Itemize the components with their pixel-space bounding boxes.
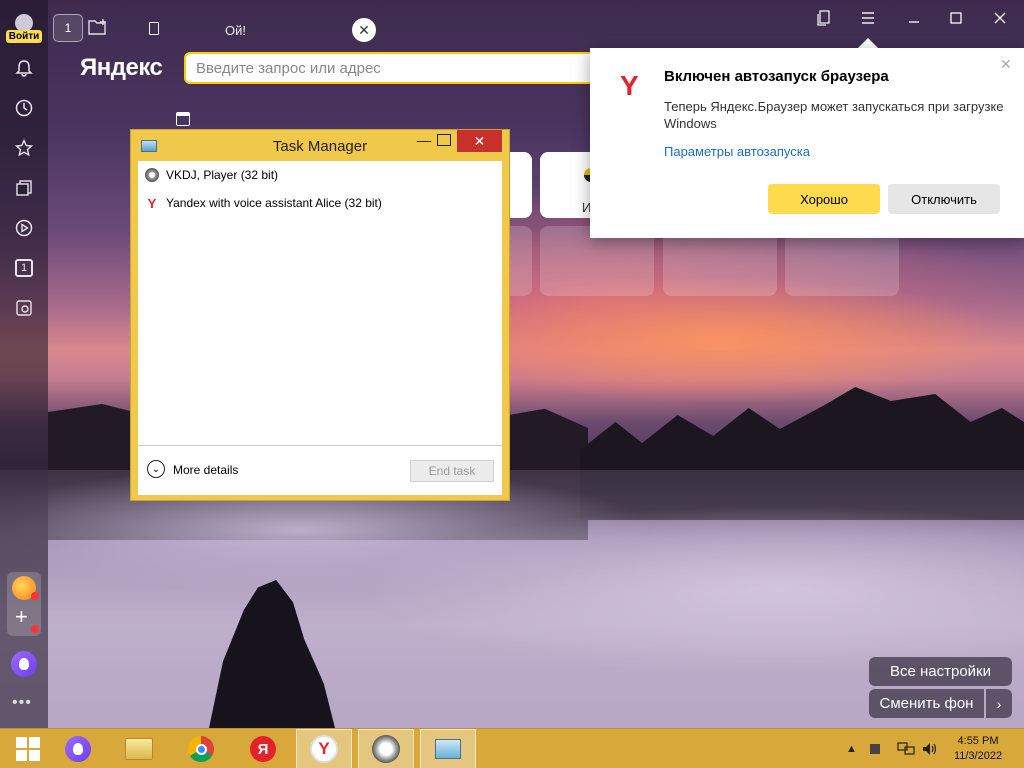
- next-background-chevron-icon[interactable]: ›: [986, 689, 1012, 718]
- process-name: VKDJ, Player (32 bit): [166, 168, 279, 182]
- start-button[interactable]: [0, 729, 56, 768]
- tray-app-icon[interactable]: [870, 729, 880, 768]
- bookmarks-star-icon[interactable]: [8, 132, 40, 164]
- windows-taskbar: Я Y ▲ 4:55 PM 11/3/2022: [0, 728, 1024, 768]
- task-manager-footer: ⌄ More details End task: [138, 445, 502, 495]
- chrome-icon: [188, 736, 214, 762]
- change-background-button[interactable]: Сменить фон: [869, 689, 984, 718]
- task-manager-window: Task Manager — ✕ VKDJ, Player (32 bit) Y…: [130, 129, 510, 501]
- taskbar-vkdj[interactable]: [358, 729, 414, 768]
- screenshot-camera-icon[interactable]: [8, 292, 40, 324]
- tm-minimize-icon[interactable]: —: [413, 132, 435, 154]
- tm-close-icon[interactable]: ✕: [457, 130, 502, 152]
- taskbar-alice[interactable]: [50, 729, 106, 768]
- login-button[interactable]: Войти: [5, 14, 43, 46]
- collections-icon[interactable]: [8, 172, 40, 204]
- taskbar-task-manager[interactable]: [420, 729, 476, 768]
- tab-page-icon: [149, 22, 159, 35]
- window-mode-icon[interactable]: [176, 112, 190, 126]
- more-dots-icon[interactable]: •••: [12, 694, 32, 712]
- process-row[interactable]: Y Yandex with voice assistant Alice (32 …: [144, 192, 382, 214]
- alice-assistant-icon[interactable]: [11, 651, 37, 677]
- end-task-button[interactable]: End task: [410, 460, 494, 482]
- volume-icon[interactable]: [922, 729, 938, 768]
- yandex-icon: Я: [250, 736, 276, 762]
- vkdj-player-icon: [145, 168, 159, 182]
- task-manager-titlebar[interactable]: Task Manager — ✕: [131, 130, 509, 160]
- tab-counter-button[interactable]: 1: [8, 252, 40, 284]
- vkdj-player-icon: [372, 735, 400, 763]
- notification-dot: [31, 592, 39, 600]
- task-manager-title: Task Manager: [272, 138, 368, 155]
- clock-date: 11/3/2022: [953, 750, 1003, 762]
- taskbar-yandex-browser[interactable]: Y: [296, 729, 352, 768]
- clock[interactable]: 4:55 PM 11/3/2022: [948, 734, 1008, 764]
- notifications-bell-icon[interactable]: [8, 52, 40, 84]
- close-window-icon[interactable]: [992, 10, 1008, 29]
- windows-logo-icon: [16, 737, 40, 761]
- add-panel-plus-icon[interactable]: +: [15, 606, 28, 628]
- autostart-popup: Y Включен автозапуск браузера Теперь Янд…: [590, 48, 1024, 238]
- login-label: Войти: [5, 30, 43, 43]
- task-manager-icon: [435, 739, 461, 759]
- active-tab-title[interactable]: Ой!: [225, 23, 246, 38]
- minimize-window-icon[interactable]: [906, 10, 922, 29]
- yandex-logo[interactable]: Яндекс: [80, 54, 163, 82]
- yandex-browser-icon: Y: [310, 735, 338, 763]
- all-settings-button[interactable]: Все настройки: [869, 657, 1012, 686]
- tray-overflow-icon[interactable]: ▲: [846, 729, 857, 768]
- network-icon[interactable]: [897, 729, 915, 768]
- video-play-icon[interactable]: [8, 212, 40, 244]
- zen-sidebar-group: +: [7, 572, 41, 636]
- tab-close-icon[interactable]: ✕: [352, 18, 376, 42]
- address-bar[interactable]: Введите запрос или адрес: [184, 52, 604, 84]
- ok-button[interactable]: Хорошо: [768, 184, 880, 214]
- yandex-browser-icon: Y: [147, 195, 157, 211]
- bookmarks-panel-icon[interactable]: [816, 10, 832, 29]
- yandex-browser-logo: Y: [620, 70, 639, 101]
- tm-maximize-icon[interactable]: [437, 134, 451, 146]
- popup-close-icon[interactable]: ✕: [1000, 56, 1012, 73]
- taskbar-chrome[interactable]: [173, 729, 229, 768]
- menu-hamburger-icon[interactable]: [860, 10, 876, 29]
- popup-title: Включен автозапуск браузера: [664, 68, 889, 85]
- popup-text: Теперь Яндекс.Браузер может запускаться …: [664, 99, 1004, 131]
- chevron-down-icon[interactable]: ⌄: [147, 460, 165, 478]
- browser-sidebar: Войти 1 + •••: [0, 0, 48, 728]
- process-name: Yandex with voice assistant Alice (32 bi…: [166, 196, 382, 210]
- process-list: VKDJ, Player (32 bit) Y Yandex with voic…: [138, 161, 502, 495]
- maximize-window-icon[interactable]: [948, 10, 964, 29]
- home-tab-counter: 1: [64, 21, 72, 35]
- notification-dot: [31, 625, 39, 633]
- history-clock-icon[interactable]: [8, 92, 40, 124]
- taskbar-yandex[interactable]: Я: [235, 729, 291, 768]
- home-tab-button[interactable]: 1: [53, 14, 83, 42]
- clock-time: 4:55 PM: [957, 735, 999, 747]
- more-details-link[interactable]: More details: [173, 463, 238, 477]
- tab-counter: 1: [15, 259, 33, 277]
- alice-icon: [65, 736, 91, 762]
- address-placeholder: Введите запрос или адрес: [196, 59, 381, 77]
- process-row[interactable]: VKDJ, Player (32 bit): [144, 164, 278, 186]
- disable-button[interactable]: Отключить: [888, 184, 1000, 214]
- new-tab-group-icon[interactable]: [88, 18, 110, 41]
- taskbar-explorer[interactable]: [111, 729, 167, 768]
- file-explorer-icon: [125, 738, 153, 760]
- autostart-settings-link[interactable]: Параметры автозапуска: [664, 144, 810, 159]
